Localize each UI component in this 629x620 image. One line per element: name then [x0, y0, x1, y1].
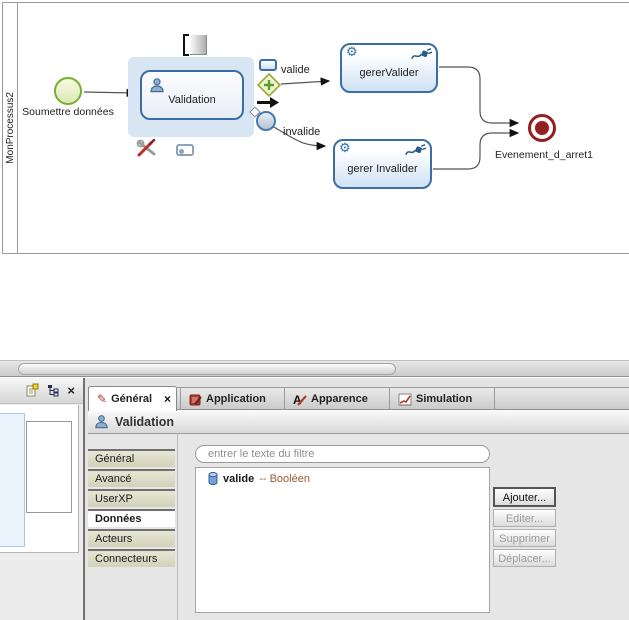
annotation-box-icon[interactable]: [190, 35, 207, 55]
scrollbar-thumb[interactable]: [18, 363, 396, 375]
end-event-label: Evenement_d_arret1: [492, 149, 596, 161]
connector-plug-icon: [411, 48, 432, 62]
supprimer-button[interactable]: Supprimer: [493, 529, 556, 547]
tree-layout-icon[interactable]: [47, 384, 60, 397]
end-event[interactable]: [528, 114, 556, 142]
service-gear-icon: ⚙: [339, 142, 351, 156]
tab-label: Simulation: [416, 393, 472, 405]
properties-tab-bar: ✎ Général × Application A: [88, 387, 629, 410]
list-item-valide[interactable]: valide -- Booléen: [196, 468, 489, 485]
add-gateway-icon[interactable]: [257, 73, 281, 97]
tab-application[interactable]: Application: [180, 388, 285, 410]
deplacer-button[interactable]: Déplacer...: [493, 549, 556, 567]
selected-element-name: Validation: [115, 415, 174, 429]
form-screen-icon[interactable]: [176, 144, 194, 156]
end-event-inner: [535, 121, 549, 135]
task-label: gererValider: [342, 67, 436, 79]
flow-label-valide: valide: [281, 64, 310, 76]
start-event-label: Soumettre données: [14, 106, 122, 118]
overview-page-icon[interactable]: [25, 383, 40, 398]
task-gerer-invalider[interactable]: ⚙ gerer Invalider: [333, 139, 432, 189]
task-gerervalider[interactable]: ⚙ gererValider: [340, 43, 438, 93]
section-donnees[interactable]: Données: [88, 509, 175, 527]
tab-simulation[interactable]: Simulation: [390, 388, 495, 410]
horizontal-scrollbar[interactable]: [0, 360, 629, 377]
connector-plug-icon: [405, 144, 426, 158]
add-event-icon[interactable]: [256, 111, 276, 131]
pool-label: MonProcessus2: [5, 92, 16, 164]
add-flow-arrow-icon[interactable]: [256, 96, 280, 109]
section-general[interactable]: Général: [88, 449, 175, 467]
tab-label: Général: [111, 393, 152, 405]
section-avance[interactable]: Avancé: [88, 469, 175, 487]
selected-element-header: Validation: [88, 410, 629, 434]
start-event[interactable]: [54, 77, 82, 105]
section-acteurs[interactable]: Acteurs: [88, 529, 175, 547]
overview-diagram-rect: [0, 413, 25, 547]
editer-button[interactable]: Editer...: [493, 509, 556, 527]
tab-apparence[interactable]: A Apparence: [285, 388, 390, 410]
outline-toolbar: ×: [0, 378, 83, 404]
overview-thumbnail[interactable]: [0, 405, 79, 553]
application-icon: [189, 393, 202, 406]
tab-general[interactable]: ✎ Général ×: [88, 386, 177, 411]
sections-divider: [177, 434, 178, 620]
data-item-type: -- Booléen: [259, 473, 310, 485]
close-outline-icon[interactable]: ×: [67, 384, 75, 397]
data-listbox[interactable]: valide -- Booléen: [195, 467, 490, 613]
bpm-studio-window: MonProcessus2 Soumettre données: [0, 0, 629, 620]
task-label: Validation: [142, 94, 242, 106]
bottom-panel: × ✎ Général ×: [0, 378, 629, 620]
user-task-icon: [149, 77, 165, 93]
flow-label-invalide: invalide: [283, 126, 320, 138]
section-connecteurs[interactable]: Connecteurs: [88, 549, 175, 567]
tab-label: Application: [206, 393, 266, 405]
overview-viewport-rect[interactable]: [26, 421, 72, 513]
properties-panel: ✎ Général × Application A: [88, 378, 629, 620]
properties-content: Général Avancé UserXP Données Acteurs Co…: [88, 434, 629, 620]
form-screen-dot: [179, 149, 184, 154]
ajouter-button[interactable]: Ajouter...: [493, 487, 556, 507]
tab-label: Apparence: [311, 393, 368, 405]
service-gear-icon: ⚙: [346, 46, 358, 60]
data-item-name: valide: [223, 473, 254, 485]
data-cylinder-icon: [208, 472, 218, 485]
filter-input[interactable]: [195, 445, 490, 463]
simulation-chart-icon: [398, 393, 412, 406]
task-label: gerer Invalider: [335, 163, 430, 175]
outline-panel: ×: [0, 378, 85, 620]
appearance-icon: A: [293, 393, 307, 406]
tools-wrench-icon[interactable]: [136, 139, 158, 158]
task-validation[interactable]: Validation: [140, 70, 244, 120]
close-tab-icon[interactable]: ×: [164, 392, 171, 406]
pool-header[interactable]: MonProcessus2: [3, 3, 18, 253]
add-task-icon[interactable]: [259, 59, 277, 71]
pencil-icon: ✎: [97, 392, 107, 406]
person-icon: [94, 414, 109, 429]
annotation-bracket-icon[interactable]: [183, 34, 189, 56]
diagram-canvas[interactable]: MonProcessus2 Soumettre données: [0, 0, 629, 360]
section-userxp[interactable]: UserXP: [88, 489, 175, 507]
